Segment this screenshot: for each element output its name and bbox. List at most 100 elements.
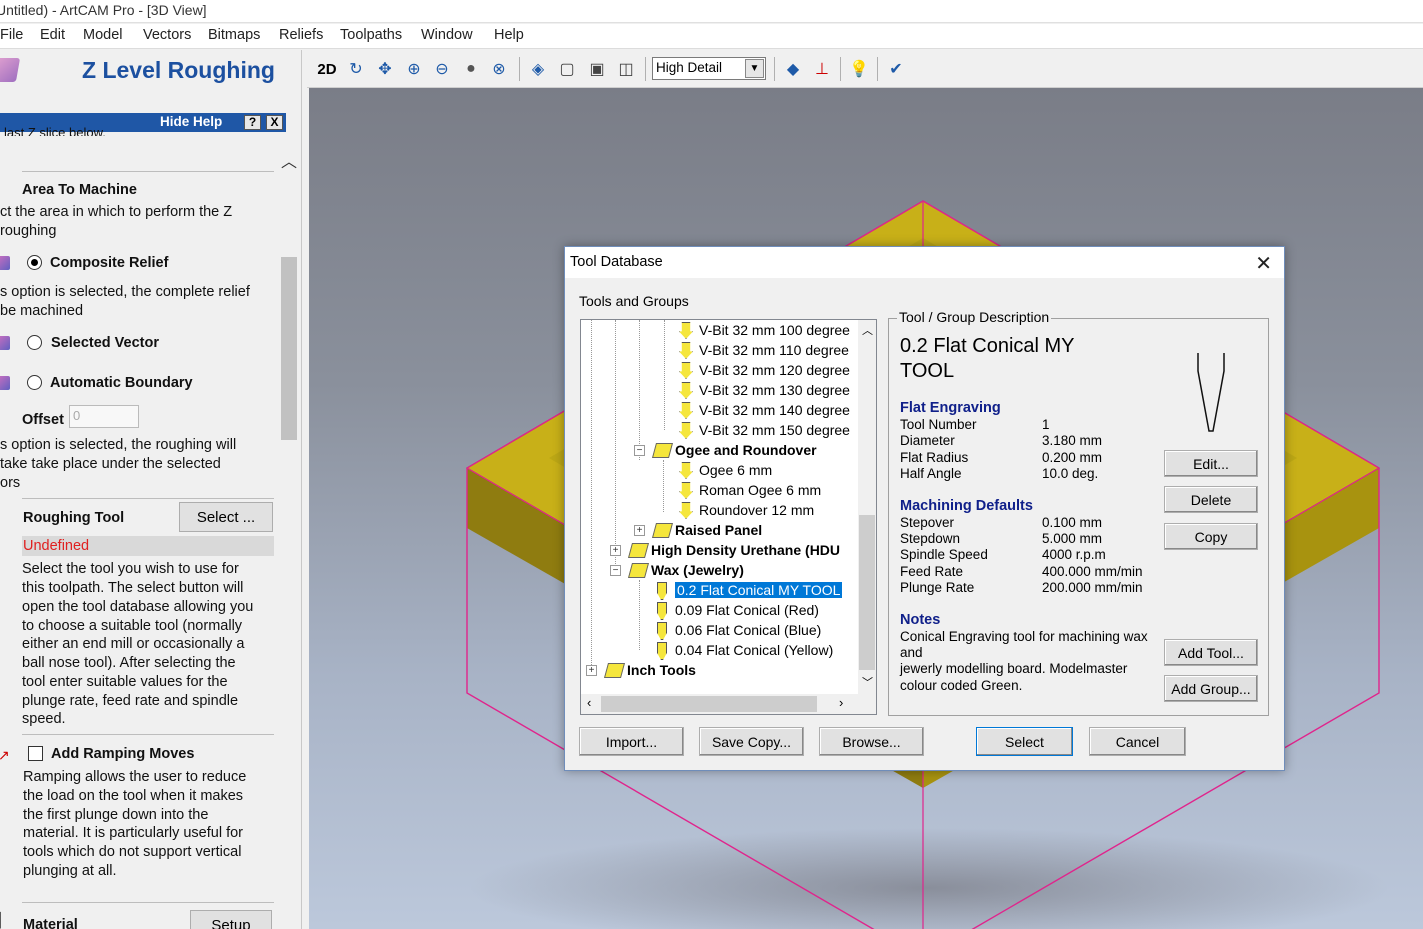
rotate-icon[interactable]: ↻ [344,57,368,81]
edit-button[interactable]: Edit... [1164,450,1258,477]
top-view-icon[interactable]: ▣ [585,57,609,81]
chevron-right-icon[interactable]: › [839,695,843,710]
material-icon: ▎ [0,912,9,929]
tree-item-tool[interactable]: V-Bit 32 mm 140 degree [676,400,850,420]
side-view-icon[interactable]: ◫ [614,57,638,81]
panel-scrollbar-thumb[interactable] [281,257,297,440]
add-group-button[interactable]: Add Group... [1164,675,1258,702]
expand-icon[interactable]: + [610,545,621,556]
tree-item-tool[interactable]: V-Bit 32 mm 110 degree [676,340,849,360]
prop-value: 3.180 mm [1042,433,1103,448]
tree-group[interactable]: High Density Urethane (HDU [628,540,840,560]
tree-group[interactable]: Ogee and Roundover [652,440,817,460]
area-to-machine-heading: Area To Machine [22,182,137,198]
chevron-up-icon[interactable]: ︿ [862,322,873,338]
menu-window[interactable]: Window [421,27,473,43]
tool-tree[interactable]: V-Bit 32 mm 100 degree V-Bit 32 mm 110 d… [580,319,877,715]
tree-item-tool[interactable]: Roman Ogee 6 mm [676,480,821,500]
tree-item-tool[interactable]: Ogee 6 mm [676,460,772,480]
tree-item-tool[interactable]: 0.09 Flat Conical (Red) [652,600,819,620]
tree-group[interactable]: Inch Tools [604,660,696,680]
close-help-icon[interactable]: X [266,115,283,130]
chevron-down-icon[interactable]: ▼ [745,59,764,78]
menu-vectors[interactable]: Vectors [143,27,191,43]
save-copy-button[interactable]: Save Copy... [699,727,804,756]
select-button[interactable]: Select [976,727,1073,756]
import-button[interactable]: Import... [579,727,684,756]
machining-heading: Machining Defaults [900,498,1033,514]
menu-reliefs[interactable]: Reliefs [279,27,323,43]
menu-toolpaths[interactable]: Toolpaths [340,27,402,43]
machining-value: 4000 r.p.m [1042,547,1106,562]
material-shade-icon[interactable]: ✔ [884,57,908,81]
menu-file[interactable]: File [0,27,23,43]
axes-icon[interactable]: ⊥ [810,57,834,81]
zoom-in-icon[interactable]: ⊕ [402,57,426,81]
tree-group[interactable]: Raised Panel [652,520,762,540]
menu-help[interactable]: Help [494,27,524,43]
expand-icon[interactable]: + [586,665,597,676]
tree-group[interactable]: Wax (Jewelry) [628,560,744,580]
composite-relief-radio[interactable] [27,255,42,270]
notes-line: colour coded Green. [900,678,1023,693]
automatic-boundary-label[interactable]: Automatic Boundary [50,374,193,393]
light-bulb-icon[interactable]: 💡 [847,57,871,81]
menu-model[interactable]: Model [83,27,123,43]
zoom-previous-icon[interactable]: ⊗ [487,57,511,81]
tree-scroll-thumb[interactable] [859,515,875,670]
tool-desc-line: to choose a suitable tool (normally [22,618,243,634]
view-2d-button[interactable]: 2D [315,57,339,81]
composite-relief-label[interactable]: Composite Relief [50,254,168,273]
tree-item-tool[interactable]: Roundover 12 mm [676,500,814,520]
tree-item-tool[interactable]: V-Bit 32 mm 130 degree [676,380,850,400]
tree-item-tool[interactable]: 0.06 Flat Conical (Blue) [652,620,821,640]
material-setup-button[interactable]: Setup [190,910,272,929]
offset-label: Offset [22,412,64,428]
offset-input[interactable]: 0 [69,405,139,428]
front-view-icon[interactable]: ▢ [555,57,579,81]
tool-name: 0.2 Flat Conical MY [900,335,1075,357]
cancel-button[interactable]: Cancel [1089,727,1186,756]
ramping-label[interactable]: Add Ramping Moves [51,745,194,764]
browse-button[interactable]: Browse... [819,727,924,756]
hide-help-button[interactable]: Hide Help [160,114,222,129]
prop-value: 10.0 deg. [1042,466,1099,481]
collapse-icon[interactable]: − [610,565,621,576]
select-tool-button[interactable]: Select ... [179,502,273,532]
collapse-up-icon[interactable]: ︿ [281,148,297,172]
tree-item-tool[interactable]: V-Bit 32 mm 100 degree [676,320,850,340]
chevron-left-icon[interactable]: ‹ [587,695,591,710]
pan-icon[interactable]: ✥ [373,57,397,81]
selected-vector-label[interactable]: Selected Vector [51,334,159,353]
add-tool-button[interactable]: Add Tool... [1164,639,1258,666]
tree-horizontal-scrollbar[interactable]: ‹ › [581,694,876,714]
window-title: Untitled) - ArtCAM Pro - [3D View] [0,2,207,18]
tree-item-tool-selected[interactable]: 0.2 Flat Conical MY TOOL [652,580,844,600]
tree-item-tool[interactable]: 0.04 Flat Conical (Yellow) [652,640,833,660]
help-icon[interactable]: ? [244,115,261,130]
clipped-help-text: last Z slice below. [4,125,106,136]
detail-level-select[interactable]: High Detail ▼ [652,57,766,80]
ramping-checkbox[interactable] [28,746,43,761]
chevron-down-icon[interactable]: ﹀ [862,674,873,690]
copy-button[interactable]: Copy [1164,523,1258,550]
menu-bitmaps[interactable]: Bitmaps [208,27,260,43]
layer-plane-icon[interactable]: ◆ [781,57,805,81]
prop-key: Flat Radius [900,450,969,465]
menu-edit[interactable]: Edit [40,27,65,43]
selected-vector-radio[interactable] [27,335,42,350]
tree-item-tool[interactable]: V-Bit 32 mm 150 degree [676,420,850,440]
folder-icon [628,561,647,579]
automatic-boundary-radio[interactable] [27,375,42,390]
expand-icon[interactable]: + [634,525,645,536]
collapse-icon[interactable]: − [634,445,645,456]
delete-button[interactable]: Delete [1164,486,1258,513]
tree-item-tool[interactable]: V-Bit 32 mm 120 degree [676,360,850,380]
close-icon[interactable]: ✕ [1255,251,1272,276]
zoom-out-icon[interactable]: ⊖ [430,57,454,81]
tree-vertical-scrollbar[interactable]: ︿ ﹀ [858,320,876,696]
ramping-desc-line: the load on the tool when it makes [23,788,244,804]
iso-view-icon[interactable]: ◈ [526,57,550,81]
zoom-fit-icon[interactable]: ● [459,57,483,81]
tree-hscroll-thumb[interactable] [601,696,817,712]
